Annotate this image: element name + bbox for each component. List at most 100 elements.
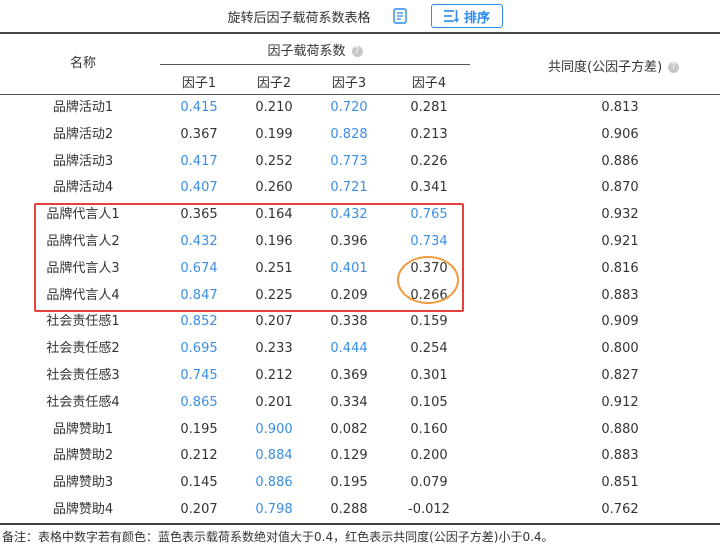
col-header-f1: 因子1 — [181, 76, 217, 91]
table-row: 品牌代言人4 0.847 0.225 0.209 0.266 0.883 — [0, 283, 720, 310]
factor1-value: 0.745 — [180, 367, 218, 383]
col-header-group: 因子载荷系数? — [160, 40, 470, 59]
factor3-value: 0.369 — [330, 367, 368, 383]
row-name: 品牌活动1 — [52, 100, 114, 115]
factor4-value: 0.765 — [410, 207, 448, 223]
row-name: 品牌代言人1 — [46, 207, 120, 223]
row-name: 品牌活动2 — [52, 126, 114, 142]
table-title: 旋转后因子载荷系数表格 — [227, 10, 371, 26]
col-header-f4: 因子4 — [411, 76, 447, 91]
communality-value: 0.870 — [601, 180, 639, 196]
factor3-value: 0.338 — [330, 314, 368, 330]
row-name: 品牌活动4 — [52, 180, 114, 196]
factor4-value: 0.254 — [410, 341, 448, 357]
factor2-value: 0.212 — [255, 367, 293, 383]
factor3-value: 0.773 — [330, 153, 368, 169]
factor3-value: 0.288 — [330, 501, 368, 517]
factor3-value: 0.401 — [330, 260, 368, 276]
table-row: 品牌代言人2 0.432 0.196 0.396 0.734 0.921 — [0, 229, 720, 256]
row-name: 社会责任感3 — [46, 367, 120, 383]
sort-icon — [443, 10, 459, 23]
factor4-value: 0.160 — [410, 421, 448, 437]
factor1-value: 0.865 — [180, 394, 218, 410]
communality-value: 0.827 — [601, 367, 639, 383]
factor3-value: 0.209 — [330, 287, 368, 303]
row-name: 社会责任感1 — [46, 314, 120, 330]
communality-value: 0.762 — [601, 501, 639, 517]
factor3-value: 0.432 — [330, 207, 368, 223]
factor3-value: 0.195 — [330, 475, 368, 491]
factor2-value: 0.260 — [255, 180, 293, 196]
factor2-value: 0.201 — [255, 394, 293, 410]
factor1-value: 0.847 — [180, 287, 218, 303]
factor2-value: 0.900 — [255, 421, 293, 437]
sort-button[interactable]: 排序 — [430, 4, 503, 28]
factor2-value: 0.225 — [255, 287, 293, 303]
factor4-value: 0.159 — [410, 314, 448, 330]
row-name: 社会责任感2 — [46, 341, 120, 357]
factor1-value: 0.195 — [180, 421, 218, 437]
factor4-value: 0.213 — [410, 126, 448, 142]
factor1-value: 0.367 — [180, 126, 218, 142]
factor1-value: 0.212 — [180, 448, 218, 464]
factor1-value: 0.207 — [180, 501, 218, 517]
help-icon[interactable]: ? — [351, 46, 363, 57]
sort-button-label: 排序 — [463, 10, 490, 26]
communality-value: 0.816 — [601, 260, 639, 276]
factor1-value: 0.674 — [180, 260, 218, 276]
col-header-f3: 因子3 — [331, 76, 367, 91]
group-underline — [160, 64, 470, 65]
factor4-value: 0.079 — [410, 475, 448, 491]
table-row: 品牌赞助3 0.145 0.886 0.195 0.079 0.851 — [0, 470, 720, 497]
help-icon[interactable]: ? — [668, 62, 680, 73]
col-header-communality-label: 共同度(公因子方差) — [548, 60, 663, 75]
factor2-value: 0.886 — [255, 475, 293, 491]
factor4-value: 0.200 — [410, 448, 448, 464]
factor3-value: 0.396 — [330, 233, 368, 249]
communality-value: 0.883 — [601, 287, 639, 303]
communality-value: 0.909 — [601, 314, 639, 330]
table-row: 社会责任感3 0.745 0.212 0.369 0.301 0.827 — [0, 363, 720, 390]
factor2-value: 0.884 — [255, 448, 293, 464]
table-body: 品牌活动1 0.415 0.210 0.720 0.281 0.813 品牌活动2 0.367… — [0, 95, 720, 524]
row-name: 品牌代言人2 — [46, 233, 120, 249]
communality-value: 0.800 — [601, 341, 639, 357]
factor3-value: 0.129 — [330, 448, 368, 464]
table-row: 品牌活动1 0.415 0.210 0.720 0.281 0.813 — [0, 95, 720, 122]
row-name: 品牌赞助2 — [52, 448, 114, 464]
factor1-value: 0.365 — [180, 207, 218, 223]
row-name: 社会责任感4 — [46, 394, 120, 410]
row-name: 品牌活动3 — [52, 153, 114, 169]
factor1-value: 0.407 — [180, 180, 218, 196]
factor2-value: 0.210 — [255, 100, 293, 115]
row-name: 品牌赞助4 — [52, 501, 114, 517]
col-header-name: 名称 — [69, 56, 96, 71]
footnote: 备注：表格中数字若有颜色：蓝色表示载荷系数绝对值大于0.4，红色表示共同度(公因… — [0, 526, 720, 548]
col-header-group-label: 因子载荷系数 — [267, 44, 346, 59]
table-row: 品牌赞助1 0.195 0.900 0.082 0.160 0.880 — [0, 417, 720, 444]
factor2-value: 0.199 — [255, 126, 293, 142]
table-row: 社会责任感2 0.695 0.233 0.444 0.254 0.800 — [0, 336, 720, 363]
table-row: 品牌活动3 0.417 0.252 0.773 0.226 0.886 — [0, 149, 720, 176]
factor1-value: 0.432 — [180, 233, 218, 249]
factor2-value: 0.251 — [255, 260, 293, 276]
table-row: 品牌代言人1 0.365 0.164 0.432 0.765 0.932 — [0, 202, 720, 229]
factor4-value: 0.266 — [410, 287, 448, 303]
table-title-bar: 旋转后因子载荷系数表格 排序 — [0, 0, 720, 32]
factor2-value: 0.798 — [255, 501, 293, 517]
table-row: 品牌代言人3 0.674 0.251 0.401 0.370 0.816 — [0, 256, 720, 283]
factor3-value: 0.082 — [330, 421, 368, 437]
factor3-value: 0.721 — [330, 180, 368, 196]
communality-value: 0.906 — [601, 126, 639, 142]
communality-value: 0.813 — [601, 100, 639, 115]
copy-icon[interactable] — [392, 8, 407, 24]
factor1-value: 0.417 — [180, 153, 218, 169]
table-row: 社会责任感4 0.865 0.201 0.334 0.105 0.912 — [0, 390, 720, 417]
factor1-value: 0.695 — [180, 341, 218, 357]
factor1-value: 0.145 — [180, 475, 218, 491]
table-row: 社会责任感1 0.852 0.207 0.338 0.159 0.909 — [0, 309, 720, 336]
factor1-value: 0.415 — [180, 100, 218, 115]
factor2-value: 0.207 — [255, 314, 293, 330]
factor1-value: 0.852 — [180, 314, 218, 330]
factor4-value: 0.105 — [410, 394, 448, 410]
